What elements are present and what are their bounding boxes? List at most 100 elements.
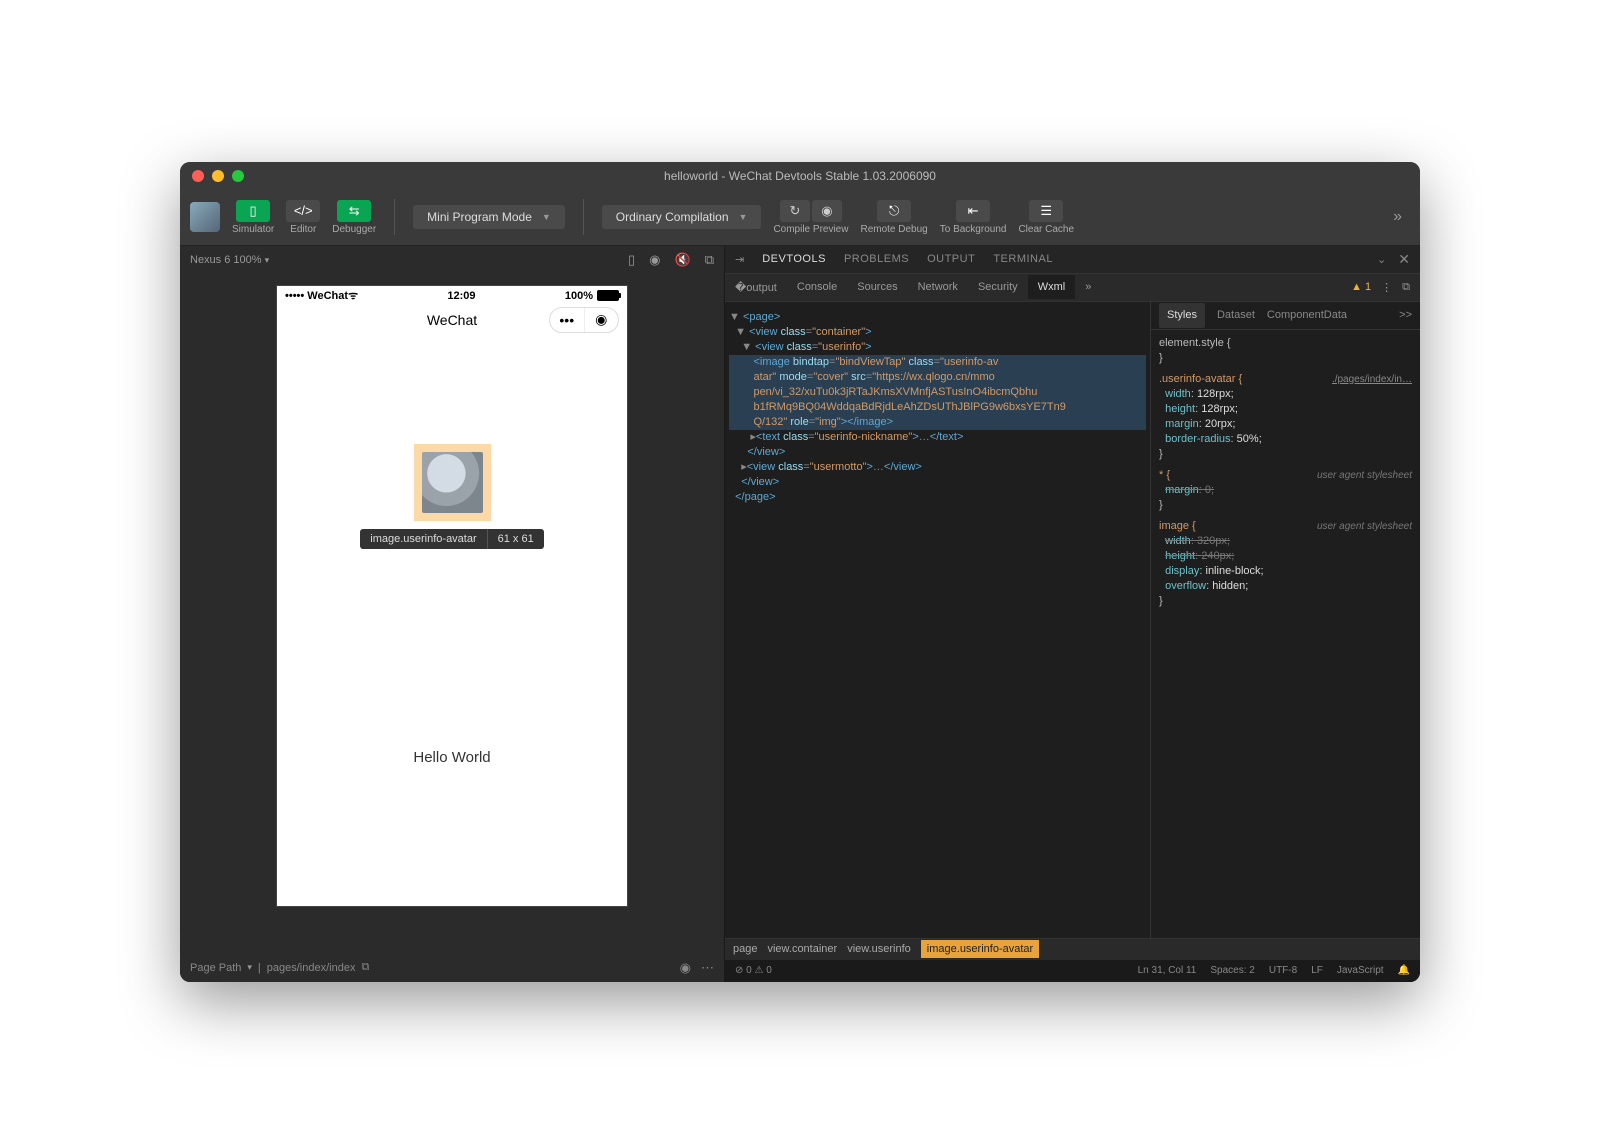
tab-componentdata[interactable]: ComponentData [1267,308,1347,323]
phone-simulator[interactable]: ••••• WeChatᯤ 12:09 100% WeChat ••• ◉ [277,286,627,906]
phone-statusbar: ••••• WeChatᯤ 12:09 100% [277,286,627,306]
remote-debug-label: Remote Debug [860,224,927,235]
editor-toggle[interactable]: </> Editor [286,200,320,235]
close-icon[interactable]: ✕ [1398,251,1410,268]
background-icon: ⇤ [956,200,990,222]
target-icon[interactable]: ◉ [585,308,619,332]
background-label: To Background [940,224,1007,235]
crumb-container[interactable]: view.container [767,943,837,955]
phone-icon: ▯ [236,200,270,222]
device-selector[interactable]: Nexus 6 100% ▾ [190,254,269,266]
copy-icon[interactable]: ⧉ [1402,281,1410,294]
overflow-icon[interactable]: » [1085,281,1091,293]
remote-debug-button[interactable]: ⎋ Remote Debug [860,200,927,235]
mute-icon[interactable]: 🔇 [675,252,691,268]
devtools-panel: ⇥ DEVTOOLS PROBLEMS OUTPUT TERMINAL ⌄ ✕ … [725,246,1420,982]
compilation-dropdown[interactable]: Ordinary Compilation▼ [602,205,762,229]
statusbar: ⊘ 0 ⚠ 0 Ln 31, Col 11 Spaces: 2 UTF-8 LF… [725,960,1420,982]
background-button[interactable]: ⇤ To Background [940,200,1007,235]
tab-problems[interactable]: PROBLEMS [844,253,909,265]
tab-dataset[interactable]: Dataset [1217,308,1255,323]
bug-icon: ⇆ [337,200,371,222]
page-path-value: pages/index/index [267,962,356,974]
cursor-position[interactable]: Ln 31, Col 11 [1138,965,1197,976]
crumb-userinfo[interactable]: view.userinfo [847,943,911,955]
crumb-avatar[interactable]: image.userinfo-avatar [921,940,1039,958]
css-rules[interactable]: element.style {} .userinfo-avatar {./pag… [1151,330,1420,938]
separator [394,199,395,235]
separator [583,199,584,235]
debugger-toggle[interactable]: ⇆ Debugger [332,200,376,235]
wxml-tree[interactable]: ▼ <page> ▼ <view class="container"> ▼ <v… [725,302,1150,938]
tooltip-dimensions: 61 x 61 [488,529,544,549]
tab-security[interactable]: Security [978,281,1018,293]
simulator-label: Simulator [232,224,274,235]
app-window: helloworld - WeChat Devtools Stable 1.03… [180,162,1420,982]
more-icon[interactable]: ••• [550,308,585,332]
kebab-icon[interactable]: ⋮ [1381,281,1392,294]
tab-output[interactable]: OUTPUT [927,253,975,265]
code-icon: </> [286,200,320,222]
battery-icon [597,290,619,301]
copy-icon[interactable]: ⧉ [361,961,369,974]
compile-button[interactable]: ↻ [780,200,810,222]
battery-label: 100% [565,290,593,302]
crumb-page[interactable]: page [733,943,757,955]
layers-icon: ☰ [1029,200,1063,222]
avatar-highlight [414,444,491,521]
tab-styles[interactable]: Styles [1159,303,1205,328]
error-count[interactable]: ⊘ 0 ⚠ 0 [735,965,772,976]
tab-network[interactable]: Network [918,281,958,293]
tab-console[interactable]: Console [797,281,837,293]
styles-panel: Styles Dataset ComponentData >> element.… [1150,302,1420,938]
clear-cache-label: Clear Cache [1018,224,1074,235]
phone-navbar: WeChat ••• ◉ [277,306,627,334]
simulator-toggle[interactable]: ▯ Simulator [232,200,274,235]
dock-icon[interactable]: ⇥ [735,253,744,266]
program-mode-dropdown[interactable]: Mini Program Mode ▼ [413,205,565,229]
tooltip-selector: image.userinfo-avatar [360,529,487,549]
page-path-label: Page Path [190,962,241,974]
main-toolbar: ▯ Simulator </> Editor ⇆ Debugger Mini P… [180,190,1420,246]
user-avatar[interactable] [190,202,220,232]
language-mode[interactable]: JavaScript [1337,965,1384,976]
motto-text: Hello World [413,749,490,766]
titlebar: helloworld - WeChat Devtools Stable 1.03… [180,162,1420,190]
tab-devtools[interactable]: DEVTOOLS [762,253,826,265]
preview-button[interactable]: ◉ [812,200,842,222]
toolbar-overflow[interactable]: » [1385,208,1410,226]
eol[interactable]: LF [1311,965,1323,976]
clock-label: 12:09 [358,290,565,302]
userinfo-avatar[interactable] [422,452,483,513]
encoding[interactable]: UTF-8 [1269,965,1297,976]
clear-cache-button[interactable]: ☰ Clear Cache [1018,200,1074,235]
chevron-down-icon[interactable]: ⌄ [1377,253,1386,266]
element-tooltip: image.userinfo-avatar 61 x 61 [360,529,543,549]
tab-sources[interactable]: Sources [857,281,897,293]
record-icon[interactable]: ◉ [649,252,660,268]
nav-title: WeChat [427,312,477,328]
element-breadcrumb: page view.container view.userinfo image.… [725,938,1420,960]
remote-icon: ⎋ [877,200,911,222]
eye-icon[interactable]: ◉ [680,960,691,976]
mode-label: Mini Program Mode [427,210,532,224]
indent-setting[interactable]: Spaces: 2 [1210,965,1254,976]
tab-wxml[interactable]: Wxml [1028,275,1076,299]
carrier-label: ••••• WeChat [285,290,348,302]
overflow-icon[interactable]: >> [1399,308,1412,323]
chevron-down-icon: ▼ [739,212,748,222]
simulator-panel: Nexus 6 100% ▾ ▯ ◉ 🔇 ⧉ ••••• WeChatᯤ 12:… [180,246,725,982]
window-title: helloworld - WeChat Devtools Stable 1.03… [180,169,1420,183]
inspect-icon[interactable]: �output [735,281,777,294]
tab-terminal[interactable]: TERMINAL [993,253,1053,265]
more-icon[interactable]: ⋯ [701,960,714,976]
bell-icon[interactable]: 🔔 [1398,965,1410,976]
warning-badge[interactable]: ▲ 1 [1351,281,1371,293]
capsule-buttons[interactable]: ••• ◉ [549,307,619,333]
chevron-down-icon: ▼ [542,212,551,222]
copy-icon[interactable]: ⧉ [705,252,714,268]
wifi-icon: ᯤ [348,288,358,303]
debugger-label: Debugger [332,224,376,235]
rotate-icon[interactable]: ▯ [628,252,635,268]
compile-preview-label: Compile Preview [773,224,848,235]
